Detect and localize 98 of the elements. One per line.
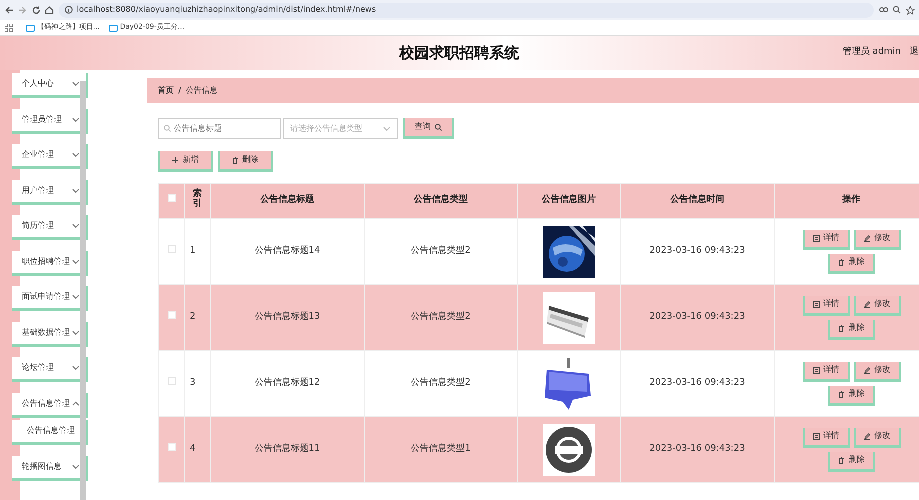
detail-button[interactable]: 详情 — [802, 230, 850, 250]
menu-item[interactable]: 用户管理 — [12, 180, 88, 204]
chevron-down-icon — [72, 365, 80, 371]
menu-item[interactable]: 基础数据管理 — [12, 322, 88, 346]
column-header[interactable]: 公告信息时间 — [670, 195, 724, 206]
menu-item[interactable]: 论坛管理 — [12, 357, 88, 382]
search-field[interactable]: 公告信息标题 — [158, 118, 281, 139]
column-header[interactable]: 公告信息标题 — [260, 195, 314, 206]
menu-item[interactable]: 面试申请管理 — [12, 286, 88, 311]
chevron-down-icon — [72, 223, 80, 229]
reload-icon[interactable] — [32, 6, 40, 14]
time-cell: 2023-03-16 09:43:23 — [650, 312, 746, 322]
pencil-icon — [864, 300, 870, 308]
time-cell: 2023-03-16 09:43:23 — [650, 246, 746, 256]
title-cell: 公告信息标题12 — [254, 378, 320, 388]
menu-item[interactable]: 简历管理 — [12, 215, 88, 240]
menu-item[interactable]: 企业管理 — [12, 144, 88, 169]
logout-link[interactable]: 退 — [910, 46, 919, 60]
menu-item[interactable]: 个人中心 — [12, 73, 88, 98]
title-cell: 公告信息标题13 — [254, 312, 320, 322]
menu-item[interactable]: 职位招聘管理 — [12, 250, 88, 276]
home-icon[interactable] — [45, 6, 54, 14]
edit-button[interactable]: 修改 — [854, 428, 900, 448]
document-icon — [812, 366, 820, 374]
delete-button[interactable]: 删除 — [218, 151, 272, 172]
delete-button[interactable]: 删除 — [828, 320, 875, 340]
chevron-down-icon — [72, 81, 80, 87]
breadcrumb-separator: / — [178, 84, 182, 96]
pencil-icon — [864, 366, 870, 374]
column-header[interactable]: 公告信息图片 — [542, 195, 596, 206]
delete-button[interactable]: 删除 — [828, 254, 875, 274]
document-icon — [812, 300, 820, 308]
chevron-down-icon — [72, 188, 80, 194]
edit-button[interactable]: 修改 — [854, 296, 900, 316]
index-cell: 1 — [190, 246, 196, 256]
document-icon — [812, 432, 820, 440]
menu-item[interactable]: 管理员管理 — [12, 108, 88, 134]
tv-icon — [108, 24, 118, 32]
type-cell: 公告信息类型2 — [411, 246, 471, 256]
app-title: 校园求职招聘系统 — [400, 42, 520, 64]
star-icon[interactable] — [906, 6, 914, 14]
checkbox[interactable] — [168, 376, 176, 385]
breadcrumb-current: 公告信息 — [186, 84, 218, 96]
type-cell: 公告信息类型2 — [411, 312, 471, 322]
chevron-down-icon — [72, 152, 80, 158]
menu-item[interactable]: 轮播图信息 — [12, 456, 88, 480]
time-cell: 2023-03-16 09:43:23 — [650, 378, 746, 388]
trash-icon — [838, 258, 845, 266]
title-cell: 公告信息标题14 — [254, 246, 320, 256]
column-header: 操作 — [842, 195, 860, 206]
index-cell: 3 — [190, 378, 196, 388]
detail-button[interactable]: 详情 — [802, 428, 850, 448]
back-icon[interactable] — [4, 6, 14, 14]
checkbox[interactable] — [168, 244, 176, 253]
pencil-icon — [864, 432, 870, 440]
title-cell: 公告信息标题11 — [254, 444, 320, 454]
add-button[interactable]: 新增 — [158, 151, 213, 172]
scrollbar[interactable] — [80, 81, 86, 500]
checkbox[interactable] — [168, 194, 176, 202]
user-label: 管理员 admin — [842, 46, 901, 59]
submenu-item[interactable]: 公告信息管理 — [12, 420, 88, 445]
checkbox[interactable] — [168, 442, 176, 451]
menu-item[interactable]: 公告信息管理 — [12, 392, 88, 418]
chevron-down-icon — [72, 258, 80, 264]
breadcrumb-link[interactable]: 首页 — [158, 84, 174, 96]
plus-icon — [172, 156, 179, 164]
pencil-icon — [864, 234, 870, 242]
tv-icon — [26, 24, 35, 32]
detail-button[interactable]: 详情 — [802, 362, 850, 382]
edit-button[interactable]: 修改 — [854, 362, 900, 382]
trash-icon — [838, 390, 845, 398]
chevron-up-icon — [72, 400, 80, 406]
index-cell: 2 — [190, 312, 196, 322]
edit-button[interactable]: 修改 — [854, 230, 900, 250]
checkbox[interactable] — [168, 310, 176, 319]
search-icon — [434, 124, 442, 130]
delete-button[interactable]: 删除 — [828, 386, 875, 406]
chevron-down-icon — [72, 330, 80, 336]
chevron-down-icon — [72, 294, 80, 300]
chevron-down-icon — [72, 116, 80, 122]
search-icon — [164, 125, 171, 132]
search-button[interactable]: 查询 — [402, 118, 454, 139]
type-cell: 公告信息类型1 — [411, 444, 471, 454]
trash-icon — [838, 324, 845, 332]
delete-button[interactable]: 删除 — [828, 452, 875, 472]
zoom-icon[interactable] — [893, 6, 901, 14]
info-icon — [64, 6, 72, 14]
detail-button[interactable]: 详情 — [802, 296, 850, 316]
document-icon — [812, 234, 820, 242]
index-cell: 4 — [190, 444, 196, 454]
trash-icon — [232, 156, 238, 164]
apps-icon[interactable] — [4, 24, 12, 32]
time-cell: 2023-03-16 09:43:23 — [650, 444, 746, 454]
chevron-down-icon — [72, 464, 80, 470]
column-header[interactable]: 公告信息类型 — [414, 195, 468, 206]
trash-icon — [838, 456, 845, 464]
chevron-down-icon — [383, 126, 392, 132]
type-cell: 公告信息类型2 — [411, 378, 471, 388]
